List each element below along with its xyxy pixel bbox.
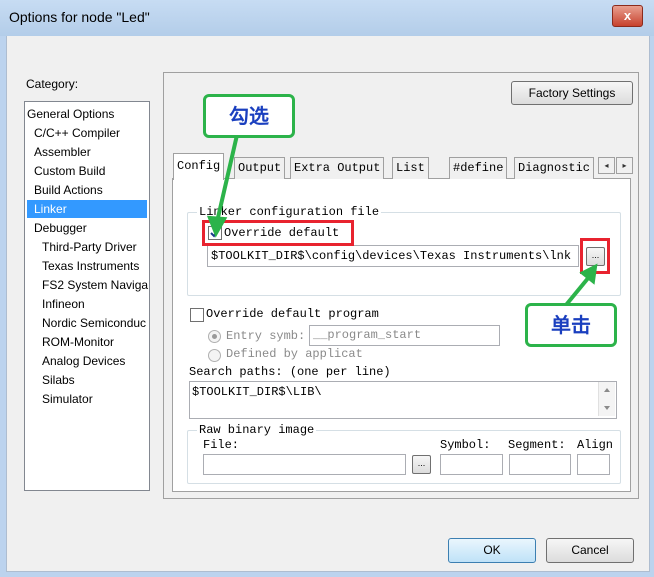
annotation-arrows [206, 134, 598, 307]
arrow-to-browse-icon [564, 263, 598, 307]
tab-config[interactable]: Config [173, 153, 225, 180]
check-annotation-callout: 勾选 [203, 94, 295, 138]
arrow-to-checkbox-icon [206, 134, 239, 238]
click-annotation-callout: 单击 [525, 303, 617, 347]
